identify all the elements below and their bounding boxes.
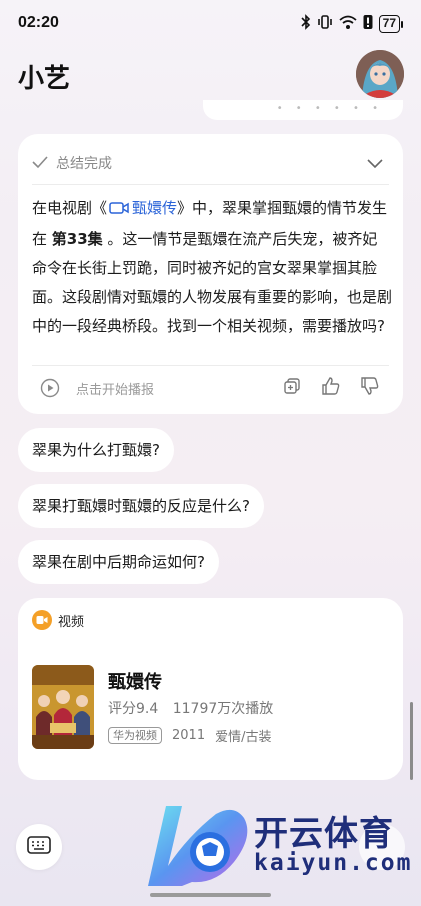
wifi-icon [339, 15, 357, 34]
answer-actions: 点击开始播报 [32, 376, 389, 400]
watermark-text: 开云体育 [254, 814, 394, 854]
scrollbar[interactable] [410, 702, 413, 780]
alert-icon [363, 14, 373, 34]
battery-level: 77 [378, 15, 400, 33]
divider [32, 184, 389, 185]
check-icon [32, 154, 48, 173]
keyboard-button[interactable] [16, 824, 62, 870]
drama-link[interactable]: 甄嬛传 [107, 199, 177, 217]
video-rating: 评分9.4 [108, 701, 159, 717]
episode-number: 第33集 [51, 230, 103, 248]
vibrate-icon [317, 14, 333, 34]
video-tags: 华为视频 2011 爱情/古装 [108, 726, 271, 745]
video-icon [32, 610, 52, 630]
suggestion-chip[interactable]: 翠果为什么打甄嬛? [18, 428, 174, 472]
video-year: 2011 [172, 728, 206, 743]
watermark: 开云体育 kaiyun.com [138, 796, 421, 896]
bluetooth-icon [301, 14, 311, 34]
chevron-down-icon[interactable] [367, 154, 383, 173]
watermark-domain: kaiyun.com [254, 850, 413, 876]
suggestion-chip[interactable]: 翠果打甄嬛时甄嬛的反应是什么? [18, 484, 264, 528]
video-meta: 评分9.4 11797万次播放 [108, 698, 283, 718]
thumbs-up-icon[interactable] [321, 377, 341, 399]
video-icon [109, 196, 129, 225]
answer-text: 在电视剧《 甄嬛传》中，翠果掌掴甄嬛的情节发生在 第33集 。这一情节是甄嬛在流产… [32, 194, 392, 341]
keyboard-icon [27, 836, 51, 858]
video-genre: 爱情/古装 [215, 730, 272, 745]
answer-card: 总结完成 在电视剧《 甄嬛传》中，翠果掌掴甄嬛的情节发生在 第33集 。这一情节是… [18, 134, 403, 414]
video-card[interactable]: 视频 甄嬛传 评分9.4 11797万次播放 华为视频 2011 爱情/古装 [18, 598, 403, 780]
battery-indicator: 77 [378, 15, 403, 33]
watermark-logo [148, 806, 248, 886]
avatar[interactable] [356, 50, 404, 98]
play-label[interactable]: 点击开始播报 [76, 379, 154, 398]
copy-icon[interactable] [283, 377, 301, 399]
source-badge: 华为视频 [108, 727, 162, 744]
video-plays: 11797万次播放 [172, 701, 274, 717]
status-icons: 77 [301, 14, 403, 34]
summary-toggle[interactable]: 总结完成 [32, 152, 389, 174]
video-title: 甄嬛传 [108, 672, 162, 693]
previous-message-bubble: • • • • • • [203, 100, 403, 120]
suggestion-chip[interactable]: 翠果在剧中后期命运如何? [18, 540, 219, 584]
video-poster[interactable] [32, 665, 94, 749]
home-indicator[interactable] [150, 893, 271, 897]
status-bar: 02:20 77 [0, 0, 421, 48]
clock: 02:20 [18, 14, 59, 31]
play-icon[interactable] [40, 378, 60, 402]
divider [32, 365, 389, 366]
video-section-header: 视频 [32, 610, 84, 630]
app-title: 小艺 [18, 64, 71, 94]
summary-label: 总结完成 [56, 156, 112, 172]
video-section-label: 视频 [58, 614, 85, 630]
thumbs-down-icon[interactable] [360, 377, 380, 399]
